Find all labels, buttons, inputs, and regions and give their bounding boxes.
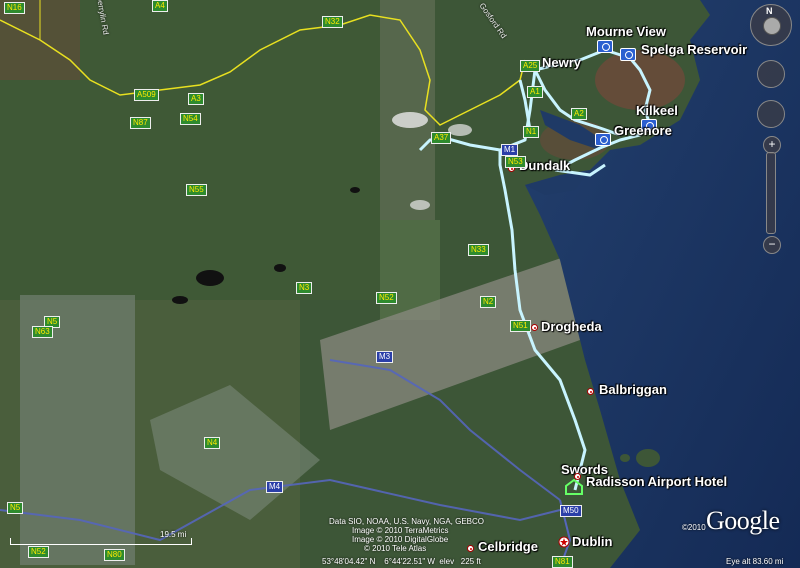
street-view-pegman-icon[interactable] — [757, 100, 785, 128]
place-label-newry[interactable]: Newry — [542, 55, 581, 70]
road-shield-n32: N32 — [322, 16, 343, 28]
place-label-greenore[interactable]: Greenore — [614, 123, 672, 138]
road-shield-n53: N53 — [505, 156, 526, 168]
look-joystick-icon[interactable] — [763, 17, 781, 35]
camera-icon[interactable] — [597, 40, 613, 53]
place-label-dundalk[interactable]: Dundalk — [519, 158, 570, 173]
place-label-radisson-airport-hotel[interactable]: Radisson Airport Hotel — [586, 474, 727, 489]
road-shield-a37: A37 — [431, 132, 452, 144]
attribution-digitalglobe: Image © 2010 DigitalGlobe — [352, 535, 449, 544]
place-label-balbriggan[interactable]: Balbriggan — [599, 382, 667, 397]
eye-altitude: Eye alt 83.60 mi — [726, 557, 784, 566]
road-shield-n4: N4 — [204, 437, 221, 449]
road-shield-a2: A2 — [571, 108, 587, 120]
capital-star-icon — [558, 536, 570, 548]
road-shield-n54: N54 — [180, 113, 201, 125]
town-marker[interactable] — [587, 388, 594, 395]
attribution-data: Data SIO, NOAA, U.S. Navy, NGA, GEBCO — [329, 517, 484, 526]
road-shield-n55: N55 — [186, 184, 207, 196]
google-copyright: ©2010 — [682, 523, 706, 532]
attribution-terrametrics: Image © 2010 TerraMetrics — [352, 526, 449, 535]
camera-icon[interactable] — [595, 133, 611, 146]
place-label-spelga-reservoir[interactable]: Spelga Reservoir — [641, 42, 747, 57]
road-shield-a4: A4 — [152, 0, 168, 12]
place-label-celbridge[interactable]: Celbridge — [478, 539, 538, 554]
road-shield-m50: M50 — [560, 505, 582, 517]
road-shield-n1: N1 — [523, 126, 540, 138]
scale-label: 19.5 mi — [160, 530, 187, 539]
road-shield-n52: N52 — [376, 292, 397, 304]
road-shield-a509: A509 — [134, 89, 159, 101]
road-shield-n3: N3 — [296, 282, 313, 294]
pointer-coordinates: 53°48'04.42" N 6°44'22.51" W elev 225 ft — [322, 557, 481, 566]
place-label-kilkeel[interactable]: Kilkeel — [636, 103, 678, 118]
road-shield-n2: N2 — [480, 296, 497, 308]
google-logo: Google — [706, 506, 780, 535]
move-control[interactable] — [757, 60, 785, 88]
zoom-slider[interactable] — [766, 152, 776, 234]
road-shield-n63: N63 — [32, 326, 53, 338]
attribution-teleatlas: © 2010 Tele Atlas — [364, 544, 427, 553]
town-marker[interactable] — [467, 545, 474, 552]
place-label-drogheda[interactable]: Drogheda — [541, 319, 602, 334]
north-indicator[interactable]: N — [766, 6, 773, 16]
road-shield-n52-south: N52 — [28, 546, 49, 558]
hotel-placemark-icon[interactable] — [564, 479, 584, 495]
road-shield-a3: A3 — [188, 93, 204, 105]
scale-bar — [10, 538, 192, 545]
road-shield-n87: N87 — [130, 117, 151, 129]
zoom-out-button[interactable]: − — [763, 236, 781, 254]
road-shield-m3: M3 — [376, 351, 394, 363]
road-shield-a1: A1 — [527, 86, 543, 98]
road-shield-n16: N16 — [4, 2, 25, 14]
road-shield-n80: N80 — [104, 549, 125, 561]
place-label-dublin[interactable]: Dublin — [572, 534, 612, 549]
road-shield-m4: M4 — [266, 481, 284, 493]
road-shield-n33: N33 — [468, 244, 489, 256]
road-shield-a25: A25 — [520, 60, 541, 72]
road-shield-m1: M1 — [501, 144, 519, 156]
town-marker[interactable] — [531, 324, 538, 331]
map-view[interactable]: Mourne View Spelga Reservoir Newry Kilke… — [0, 0, 800, 568]
road-shield-n5-south: N5 — [7, 502, 24, 514]
camera-icon[interactable] — [620, 48, 636, 61]
look-control[interactable]: N — [750, 4, 792, 46]
road-shield-n81: N81 — [552, 556, 573, 568]
road-shield-n51: N51 — [510, 320, 531, 332]
place-label-mourne-view[interactable]: Mourne View — [586, 24, 666, 39]
